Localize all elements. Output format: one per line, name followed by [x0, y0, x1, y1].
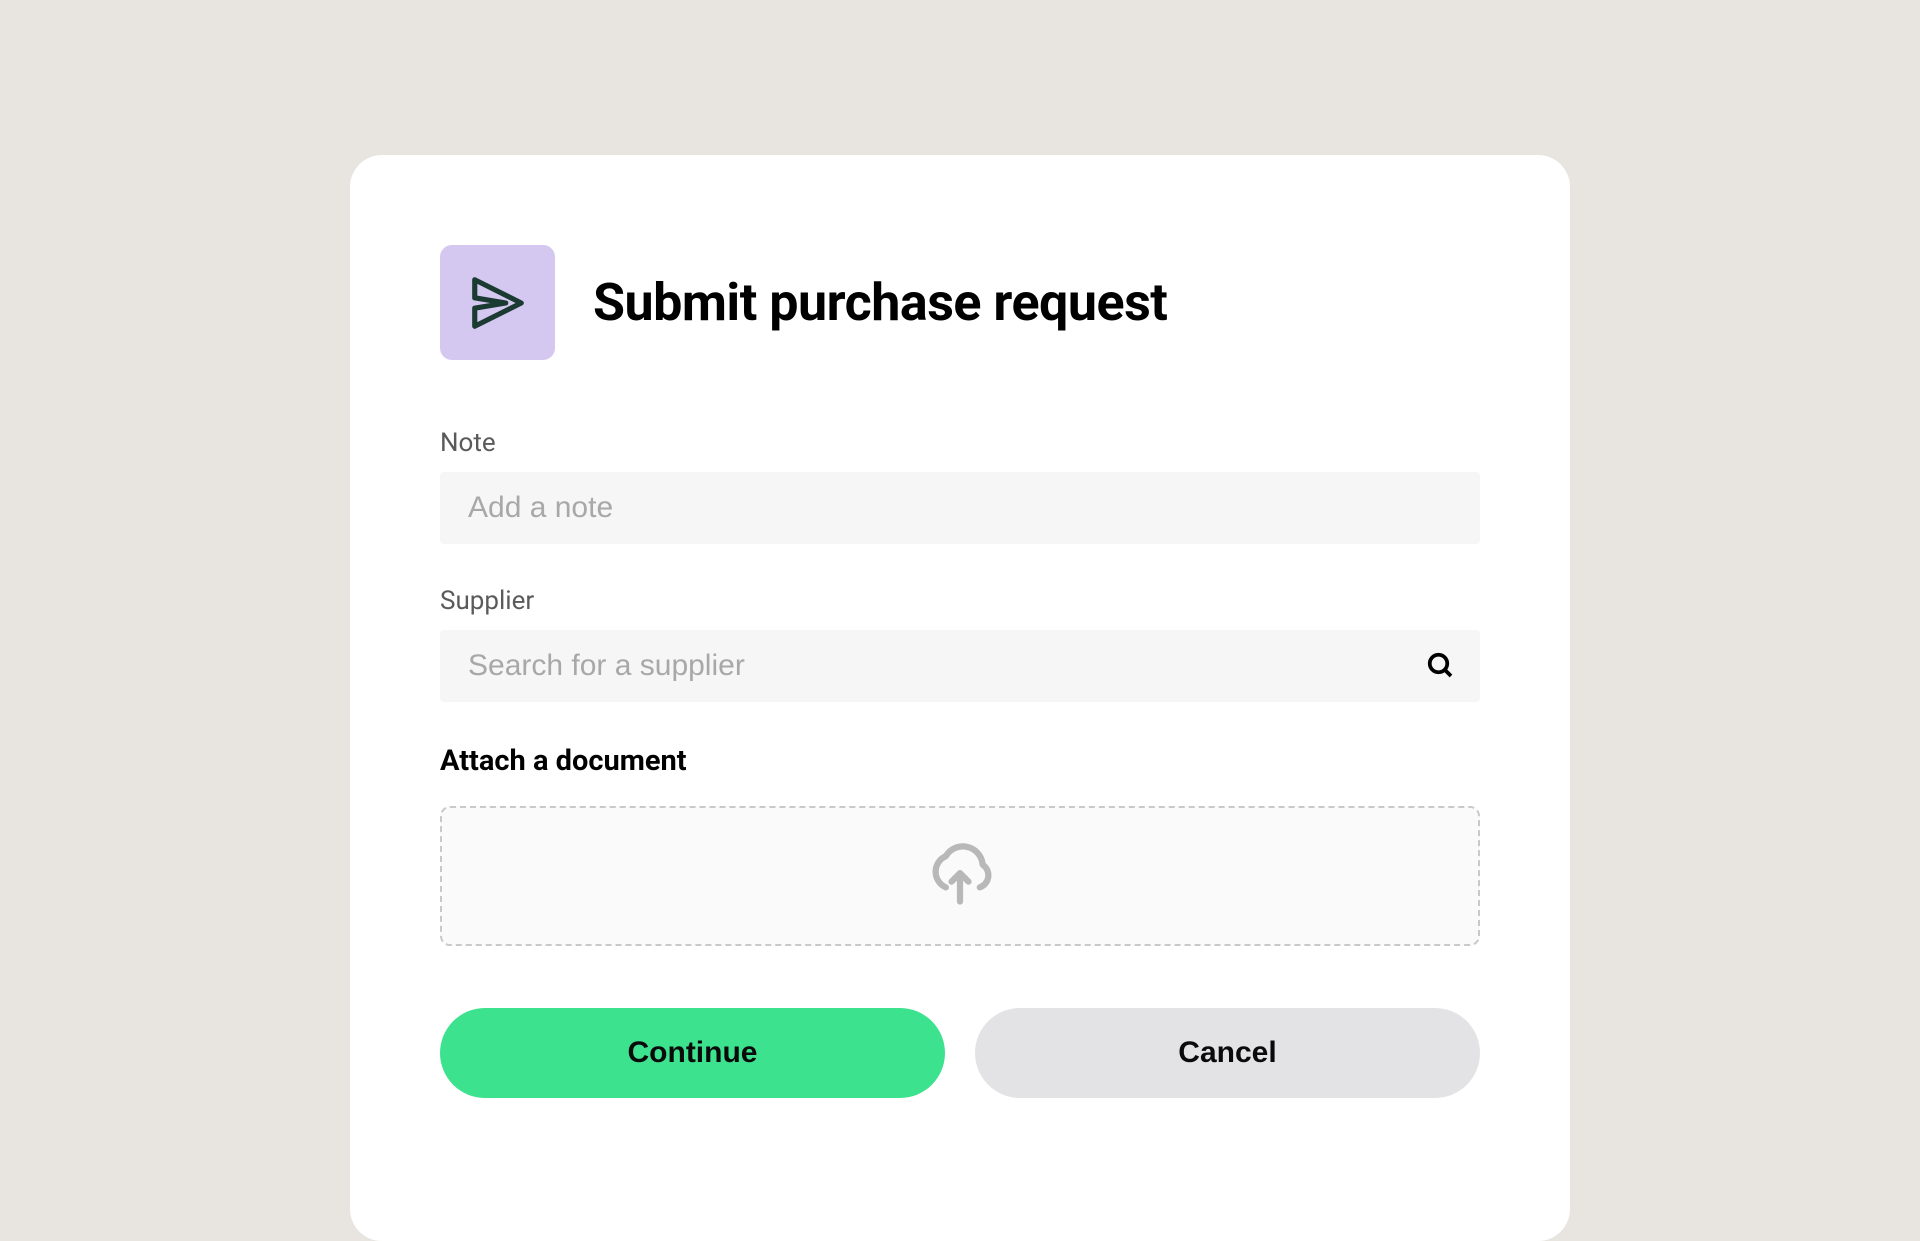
- supplier-label: Supplier: [440, 586, 1480, 616]
- continue-button[interactable]: Continue: [440, 1008, 945, 1098]
- upload-dropzone[interactable]: [440, 806, 1480, 946]
- note-input[interactable]: [440, 472, 1480, 544]
- attach-title: Attach a document: [440, 744, 1480, 778]
- send-icon-box: [440, 245, 555, 360]
- button-row: Continue Cancel: [440, 1008, 1480, 1098]
- purchase-request-modal: Submit purchase request Note Supplier At…: [350, 155, 1570, 1241]
- supplier-field-group: Supplier: [440, 586, 1480, 702]
- cloud-upload-icon: [926, 842, 994, 910]
- note-field-group: Note: [440, 428, 1480, 544]
- modal-title: Submit purchase request: [593, 272, 1167, 333]
- supplier-search-input[interactable]: [440, 630, 1480, 702]
- send-icon: [467, 272, 529, 334]
- cancel-button[interactable]: Cancel: [975, 1008, 1480, 1098]
- note-label: Note: [440, 428, 1480, 458]
- attach-section: Attach a document: [440, 744, 1480, 946]
- modal-header: Submit purchase request: [440, 245, 1480, 360]
- supplier-search-wrapper: [440, 630, 1480, 702]
- search-icon[interactable]: [1426, 651, 1456, 681]
